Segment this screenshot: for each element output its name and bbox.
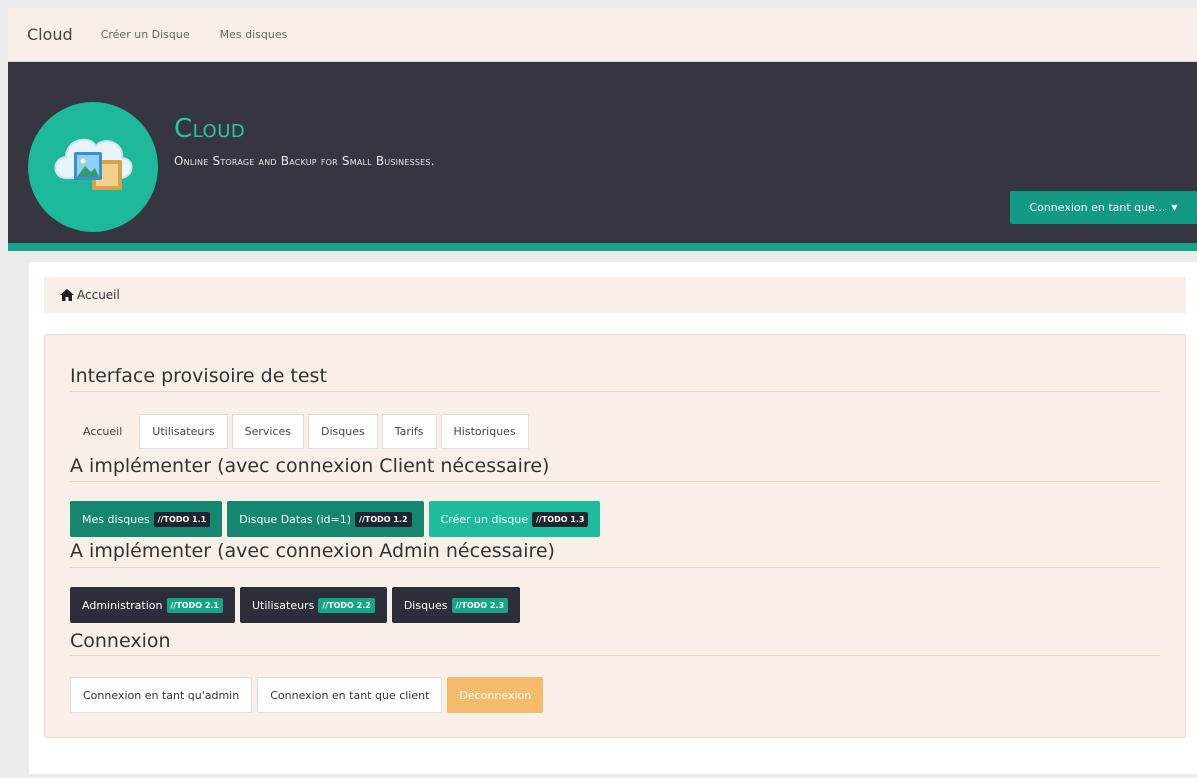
button-label: Créer un disque [440,512,528,526]
divider [70,481,1160,482]
logout-button[interactable]: Déconnexion [447,677,544,713]
divider [70,567,1160,568]
site-subtitle: Online Storage and Backup for Small Busi… [174,154,435,168]
site-title: Cloud [174,114,246,144]
divider [70,655,1160,656]
caret-down-icon: ▼ [1171,203,1178,212]
nav-link-my-disks[interactable]: Mes disques [220,28,288,41]
header-banner: Cloud Online Storage and Backup for Smal… [8,62,1197,243]
client-buttons: Mes disques //TODO 1.1 Disque Datas (id=… [70,501,601,537]
client-section-heading: A implémenter (avec connexion Client néc… [70,455,550,477]
button-label: Mes disques [82,512,150,526]
button-label: Disque Datas (id=1) [239,512,352,526]
admin-disks-button[interactable]: Disques //TODO 2.3 [391,587,521,623]
todo-badge: //TODO 2.3 [451,597,509,613]
tab-accueil[interactable]: Accueil [70,414,135,449]
navbar-brand[interactable]: Cloud [27,25,73,44]
page-title: Interface provisoire de test [70,365,327,387]
top-navbar: Cloud Créer un Disque Mes disques [8,8,1197,62]
login-admin-button[interactable]: Connexion en tant qu'admin [70,677,253,713]
login-client-button[interactable]: Connexion en tant que client [257,677,443,713]
login-as-label: Connexion en tant que... [1029,201,1166,214]
todo-badge: //TODO 2.1 [166,597,223,613]
cloud-logo [28,102,158,232]
create-disk-button[interactable]: Créer un disque //TODO 1.3 [428,501,601,537]
login-as-dropdown[interactable]: Connexion en tant que... ▼ [1010,191,1197,224]
admin-buttons: Administration //TODO 2.1 Utilisateurs /… [70,587,521,623]
button-label: Utilisateurs [252,598,315,612]
todo-badge: //TODO 1.1 [153,511,211,527]
breadcrumb-home-link[interactable]: Accueil [77,288,120,302]
test-tabs: Accueil Utilisateurs Services Disques Ta… [70,414,529,449]
tab-tarifs[interactable]: Tarifs [381,414,437,449]
administration-button[interactable]: Administration //TODO 2.1 [70,587,235,623]
divider [70,391,1160,392]
admin-section-heading: A implémenter (avec connexion Admin néce… [70,540,555,562]
todo-badge: //TODO 2.2 [318,597,375,613]
home-icon [60,289,74,301]
button-label: Disques [403,598,448,612]
breadcrumb: Accueil [44,277,1186,313]
tab-services[interactable]: Services [231,414,304,449]
disk-data-button[interactable]: Disque Datas (id=1) //TODO 1.2 [227,501,424,537]
connexion-section-heading: Connexion [70,630,171,652]
tab-historiques[interactable]: Historiques [440,414,529,449]
my-disks-button[interactable]: Mes disques //TODO 1.1 [70,501,223,537]
admin-users-button[interactable]: Utilisateurs //TODO 2.2 [240,587,387,623]
tab-utilisateurs[interactable]: Utilisateurs [139,414,228,449]
tab-disques[interactable]: Disques [307,414,378,449]
nav-link-create-disk[interactable]: Créer un Disque [101,28,190,41]
connexion-buttons: Connexion en tant qu'admin Connexion en … [70,677,544,713]
todo-badge: //TODO 1.2 [355,511,412,527]
todo-badge: //TODO 1.3 [531,511,589,527]
button-label: Administration [82,598,163,612]
test-interface-well: Interface provisoire de test Accueil Uti… [44,334,1186,738]
banner-accent-stripe [8,243,1197,251]
cloud-image-icon [54,138,133,190]
